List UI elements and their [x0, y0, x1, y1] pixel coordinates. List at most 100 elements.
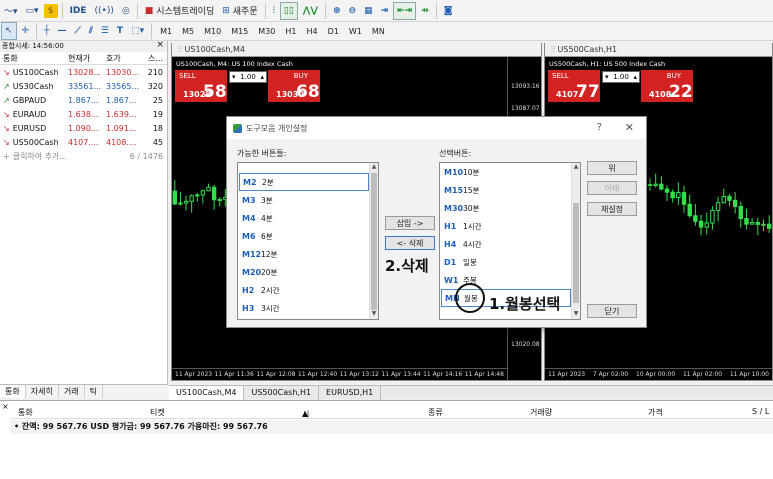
move-down-button[interactable]: 아래: [587, 181, 637, 195]
list-item[interactable]: D1 일봉: [441, 253, 571, 271]
new-order-button[interactable]: ⊞ 새주문: [219, 2, 260, 20]
scrollbar[interactable]: ▲ ▼: [369, 163, 378, 319]
line-icon[interactable]: ⋀⋁: [300, 2, 321, 20]
cursor-icon[interactable]: ↖: [1, 22, 17, 40]
close-icon[interactable]: ×: [156, 40, 164, 50]
tf-m5[interactable]: M5: [177, 27, 199, 36]
chart-window-icon[interactable]: ▭▾: [23, 2, 42, 20]
scroll-up-icon[interactable]: ▲: [370, 163, 378, 172]
add-symbol-row[interactable]: + 클릭하여 추가... 6 / 1476: [0, 149, 167, 163]
move-up-button[interactable]: 위: [587, 161, 637, 175]
scrollbar[interactable]: ▲ ▼: [571, 163, 580, 319]
col-sl[interactable]: S / L: [752, 407, 769, 416]
ide-button[interactable]: IDE: [67, 2, 90, 20]
list-item[interactable]: H1 1시간: [441, 217, 571, 235]
bar-chart-icon[interactable]: ⫶: [270, 2, 278, 20]
scroll-up-icon[interactable]: ▲: [572, 163, 580, 172]
help-icon[interactable]: ?: [597, 122, 602, 133]
fibonacci-icon[interactable]: ☰: [98, 22, 112, 40]
line-chart-icon[interactable]: 〜▾: [1, 2, 21, 20]
table-row[interactable]: ↘ EURAUD 1.638... 1.639... 19: [0, 107, 167, 121]
list-item[interactable]: M3 3분: [239, 191, 369, 209]
scroll-end-icon[interactable]: ⇥: [378, 2, 392, 20]
buy-button[interactable]: BUY 13030 68: [268, 70, 320, 102]
signal-icon[interactable]: ((•)): [92, 2, 117, 20]
tab-ticks[interactable]: 틱: [85, 385, 103, 398]
col-bid[interactable]: 현재가: [68, 53, 106, 64]
table-row[interactable]: ↘ US100Cash 13028... 13030... 210: [0, 65, 167, 79]
lot-up-icon[interactable]: ▴: [633, 73, 637, 81]
list-item[interactable]: M15 15분: [441, 181, 571, 199]
col-ticket[interactable]: 티켓: [150, 407, 165, 418]
algo-trading-button[interactable]: ■ 시스템트레이딩: [142, 2, 217, 20]
tf-w1[interactable]: W1: [344, 27, 367, 36]
zoom-in-icon[interactable]: ⊕: [330, 2, 344, 20]
tf-m30[interactable]: M30: [253, 27, 280, 36]
shift-icon[interactable]: ⇸: [418, 2, 432, 20]
available-buttons-list[interactable]: M2 2분 M3 3분 M4 4분 M6 6분 M12 12분 M20 20분 H2 2시간 H3 3시간 ▲…: [237, 162, 379, 320]
col-spread[interactable]: 스...: [144, 53, 166, 64]
reset-button[interactable]: 재설정: [587, 202, 637, 216]
tab-trading[interactable]: 거래: [59, 385, 85, 398]
list-item[interactable]: M2 2분: [239, 173, 369, 191]
delete-button[interactable]: <- 삭제: [385, 236, 435, 250]
list-item[interactable]: H3 3시간: [239, 299, 369, 317]
buy-button[interactable]: BUY 4108 22: [641, 70, 693, 102]
shapes-icon[interactable]: ⬚▾: [128, 22, 147, 40]
list-item[interactable]: H4 4시간: [441, 235, 571, 253]
tf-mn[interactable]: MN: [367, 27, 390, 36]
table-row[interactable]: ↗ GBPAUD 1.867... 1.867... 25: [0, 93, 167, 107]
col-price[interactable]: 가격: [648, 407, 663, 418]
close-icon[interactable]: ×: [2, 402, 9, 411]
tf-h4[interactable]: H4: [301, 27, 322, 36]
vps-icon[interactable]: ◎: [119, 2, 133, 20]
tab-details[interactable]: 자세히: [26, 385, 59, 398]
sell-button[interactable]: SELL 13028 58: [175, 70, 227, 102]
tf-d1[interactable]: D1: [323, 27, 344, 36]
col-symbol[interactable]: 통화: [0, 53, 68, 64]
list-item[interactable]: H2 2시간: [239, 281, 369, 299]
table-row[interactable]: ↘ EURUSD 1.090... 1.091... 18: [0, 121, 167, 135]
lot-down-icon[interactable]: ▾: [605, 73, 609, 81]
list-item[interactable]: M10 10분: [441, 163, 571, 181]
lot-down-icon[interactable]: ▾: [232, 73, 236, 81]
list-item[interactable]: M30 30분: [441, 199, 571, 217]
screenshot-icon[interactable]: ◙: [441, 2, 456, 20]
tile-icon[interactable]: ▦: [361, 2, 376, 20]
chart-tab-us500[interactable]: US500Cash,H1: [244, 385, 320, 400]
col-ask[interactable]: 호가: [106, 53, 144, 64]
list-item[interactable]: M12 12분: [239, 245, 369, 263]
tf-m10[interactable]: M10: [199, 27, 226, 36]
zoom-out-icon[interactable]: ⊖: [346, 2, 360, 20]
horizontal-line-icon[interactable]: —: [55, 22, 70, 40]
text-icon[interactable]: T: [114, 22, 126, 40]
market-icon[interactable]: $: [43, 3, 58, 18]
crosshair-icon[interactable]: ✛: [19, 22, 33, 40]
vertical-line-icon[interactable]: ┼: [41, 22, 52, 40]
list-item[interactable]: M4 4분: [239, 209, 369, 227]
sell-button[interactable]: SELL 4107 77: [548, 70, 600, 102]
scroll-down-icon[interactable]: ▼: [370, 310, 378, 319]
table-row[interactable]: ↘ US500Cash 4107.... 4108.... 45: [0, 135, 167, 149]
list-item[interactable]: M6 6분: [239, 227, 369, 245]
tf-h1[interactable]: H1: [280, 27, 301, 36]
tf-m1[interactable]: M1: [155, 27, 177, 36]
lot-size-input[interactable]: ▾ 1.00 ▴: [602, 71, 640, 83]
tab-symbols[interactable]: 통화: [0, 385, 26, 398]
close-icon[interactable]: ✕: [625, 121, 634, 134]
lot-size-input[interactable]: ▾ 1.00 ▴: [229, 71, 267, 83]
lot-up-icon[interactable]: ▴: [260, 73, 264, 81]
chart-tab-eurusd[interactable]: EURUSD,H1: [319, 385, 382, 400]
chart-tab-us100[interactable]: US100Cash,M4: [169, 385, 245, 400]
col-symbol[interactable]: 통화: [18, 407, 33, 418]
channel-icon[interactable]: ⫽: [86, 22, 96, 40]
close-button[interactable]: 닫기: [587, 304, 637, 318]
autoscroll-icon[interactable]: ⇤⇥: [393, 1, 417, 20]
col-volume[interactable]: 거래량: [530, 407, 552, 418]
tf-m15[interactable]: M15: [226, 27, 253, 36]
trendline-icon[interactable]: ⟋: [72, 22, 84, 40]
col-type[interactable]: 종류: [428, 407, 443, 418]
scroll-thumb[interactable]: [371, 173, 377, 310]
candlestick-icon[interactable]: ▯▯: [279, 1, 298, 20]
insert-button[interactable]: 삽입 ->: [385, 216, 435, 230]
